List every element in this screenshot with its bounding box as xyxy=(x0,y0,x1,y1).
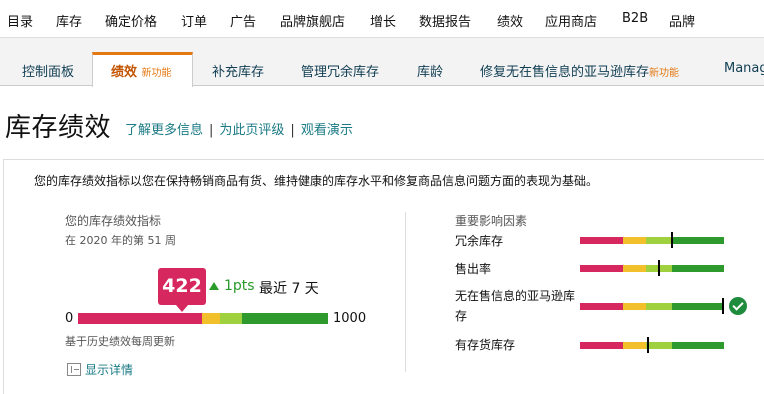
factor-bar-green xyxy=(672,237,724,244)
factor-bar-sell-through xyxy=(580,265,724,272)
nav-advertising[interactable]: 广告 xyxy=(230,11,256,30)
score-pointer-icon xyxy=(176,305,188,312)
factor-label-sell-through: 售出率 xyxy=(455,262,492,276)
tab-inventory-age[interactable]: 库龄 xyxy=(417,61,443,80)
tab-performance-label: 绩效 xyxy=(111,65,138,80)
nav-orders[interactable]: 订单 xyxy=(181,11,207,30)
nav-appstore[interactable]: 应用商店 xyxy=(545,11,597,30)
performance-week: 在 2020 年的第 51 周 xyxy=(65,234,176,247)
factor-bar-yellow xyxy=(623,265,646,272)
tab-restock[interactable]: 补充库存 xyxy=(212,61,264,80)
factor-bar-red xyxy=(580,237,623,244)
factor-label-stranded: 无在售信息的亚马逊库存 xyxy=(455,289,576,323)
score-bar-red xyxy=(78,313,202,324)
checkmark-icon xyxy=(729,297,747,315)
tab-fix-stranded-label: 修复无在售信息的亚马逊库存 xyxy=(480,65,650,80)
up-arrow-icon xyxy=(209,282,219,290)
factor-bar-light-green xyxy=(646,237,672,244)
factor-bar-red xyxy=(580,342,623,349)
factors-title: 重要影响因素 xyxy=(455,214,528,228)
nav-inventory[interactable]: 库存 xyxy=(56,11,82,30)
factor-bar-light-green xyxy=(646,303,672,310)
factor-label-in-stock: 有存货库存 xyxy=(455,338,516,352)
nav-brand[interactable]: 品牌 xyxy=(669,11,695,30)
factor-bar-in-stock xyxy=(580,342,724,349)
factor-bar-yellow xyxy=(623,237,646,244)
show-details-link[interactable]: 显示详情 xyxy=(67,361,133,378)
score-badge: 422 xyxy=(158,268,206,305)
factor-bar-stranded xyxy=(580,303,724,310)
nav-performance[interactable]: 绩效 xyxy=(497,11,523,30)
ipi-panel xyxy=(3,159,764,394)
tab-manage[interactable]: Manag xyxy=(724,61,764,76)
watch-demo-link[interactable]: 观看演示 xyxy=(301,123,353,138)
learn-more-link[interactable]: 了解更多信息 xyxy=(125,123,203,138)
panel-description: 您的库存绩效指标以您在保持畅销商品有货、维持健康的库存水平和修复商品信息问题方面… xyxy=(34,174,599,188)
score-change-period: 最近 7 天 xyxy=(259,281,319,297)
new-feature-badge: 新功能 xyxy=(649,68,680,79)
nav-brand-store[interactable]: 品牌旗舰店 xyxy=(280,11,345,30)
top-nav: 目录 库存 确定价格 订单 广告 品牌旗舰店 增长 数据报告 绩效 应用商店 B… xyxy=(0,0,764,38)
new-feature-badge: 新功能 xyxy=(141,68,172,79)
factor-bar-green xyxy=(672,265,724,272)
link-separator: | xyxy=(290,123,295,138)
score-min: 0 xyxy=(65,311,74,326)
factor-marker-stranded xyxy=(721,298,724,314)
factor-marker-excess xyxy=(671,232,674,248)
score-bar xyxy=(78,313,328,324)
tab-excess-inventory[interactable]: 管理冗余库存 xyxy=(301,61,379,80)
weekly-update-note: 基于历史绩效每周更新 xyxy=(65,335,175,348)
factor-bar-green xyxy=(672,342,724,349)
nav-reports[interactable]: 数据报告 xyxy=(419,11,471,30)
factor-bar-yellow xyxy=(623,303,646,310)
factor-bar-yellow xyxy=(623,342,646,349)
factor-label-excess: 冗余库存 xyxy=(455,234,504,248)
tab-fix-stranded[interactable]: 修复无在售信息的亚马逊库存新功能 xyxy=(480,61,679,80)
score-bar-green xyxy=(242,313,328,324)
score-bar-light-green xyxy=(220,313,242,324)
title-links: 了解更多信息 | 为此页评级 | 观看演示 xyxy=(125,119,353,138)
score-max: 1000 xyxy=(333,311,367,326)
show-details-label: 显示详情 xyxy=(85,363,134,377)
panel-divider xyxy=(405,212,406,372)
expand-details-icon xyxy=(67,363,81,376)
nav-growth[interactable]: 增长 xyxy=(370,11,396,30)
page-title: 库存绩效 xyxy=(5,113,112,143)
factor-marker-sell-through xyxy=(658,260,661,276)
score-change: 1pts xyxy=(224,278,255,294)
factor-bar-red xyxy=(580,303,623,310)
score-bar-yellow xyxy=(202,313,220,324)
factor-marker-in-stock xyxy=(646,337,649,353)
rate-page-link[interactable]: 为此页评级 xyxy=(219,123,284,138)
factor-bar-green xyxy=(672,303,724,310)
nav-b2b[interactable]: B2B xyxy=(622,11,648,26)
link-separator: | xyxy=(209,123,214,138)
nav-pricing[interactable]: 确定价格 xyxy=(105,11,157,30)
performance-title: 您的库存绩效指标 xyxy=(65,214,162,228)
tab-performance[interactable]: 绩效 新功能 xyxy=(111,61,172,80)
factor-bar-excess xyxy=(580,237,724,244)
nav-catalog[interactable]: 目录 xyxy=(7,11,33,30)
tab-dashboard[interactable]: 控制面板 xyxy=(22,61,74,80)
factor-bar-red xyxy=(580,265,623,272)
factor-bar-light-green xyxy=(646,342,672,349)
